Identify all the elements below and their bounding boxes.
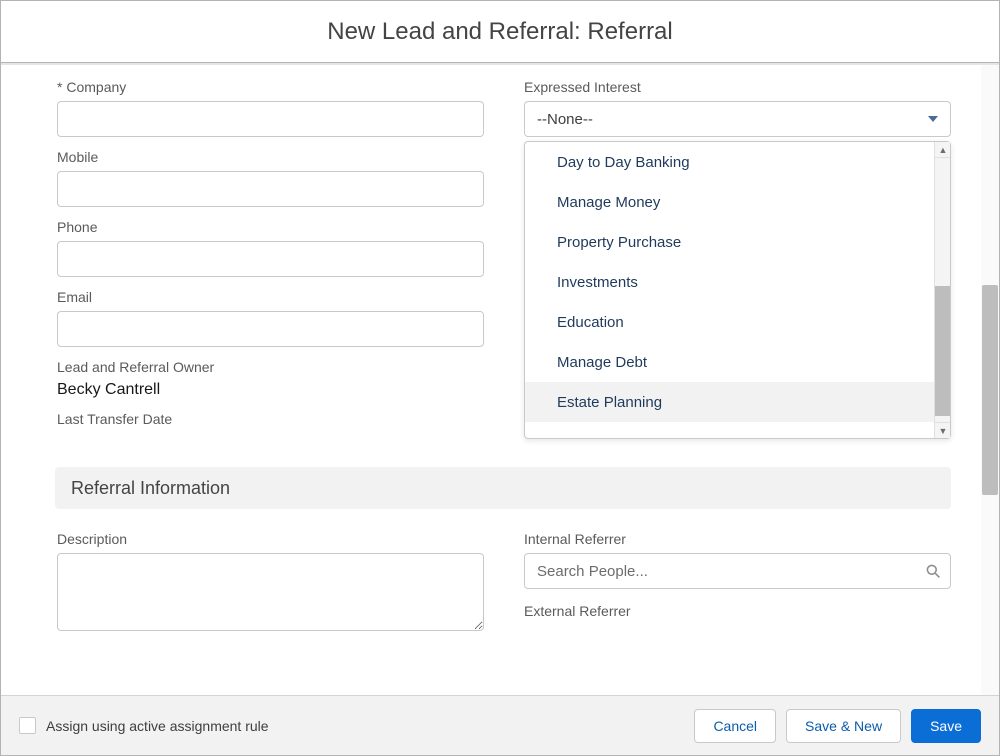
description-textarea[interactable] (57, 553, 484, 631)
modal-window: New Lead and Referral: Referral Company … (0, 0, 1000, 756)
assign-rule-label: Assign using active assignment rule (46, 718, 269, 734)
section-referral-information: Referral Information (55, 467, 951, 509)
expressed-interest-label: Expressed Interest (524, 79, 951, 95)
email-label: Email (57, 289, 484, 305)
internal-referrer-label: Internal Referrer (524, 531, 951, 547)
page-scrollbar[interactable] (981, 65, 999, 695)
transfer-date-label: Last Transfer Date (57, 411, 484, 427)
dropdown-scroll-thumb[interactable] (935, 286, 950, 416)
option-day-to-day-banking[interactable]: Day to Day Banking (525, 142, 950, 182)
company-label: Company (57, 79, 484, 95)
external-referrer-label: External Referrer (524, 603, 951, 619)
form-content: Company Mobile Phone Email (1, 65, 981, 695)
modal-body: Company Mobile Phone Email (1, 63, 999, 695)
option-manage-debt[interactable]: Manage Debt (525, 342, 950, 382)
option-investments[interactable]: Investments (525, 262, 950, 302)
phone-input[interactable] (57, 241, 484, 277)
owner-value: Becky Cantrell (57, 381, 484, 399)
expressed-interest-selected: --None-- (537, 111, 593, 128)
phone-label: Phone (57, 219, 484, 235)
save-button[interactable]: Save (911, 709, 981, 743)
assign-rule-checkbox[interactable] (19, 717, 36, 734)
dropdown-scrollbar[interactable]: ▲ ▼ (934, 142, 950, 438)
modal-footer: Assign using active assignment rule Canc… (1, 695, 999, 755)
option-property-purchase[interactable]: Property Purchase (525, 222, 950, 262)
left-column: Company Mobile Phone Email (57, 79, 484, 439)
chevron-down-icon (928, 116, 938, 122)
expressed-interest-combobox[interactable]: --None-- Day to Day Banking Manage Money… (524, 101, 951, 137)
scroll-down-icon[interactable]: ▼ (935, 422, 950, 438)
modal-titlebar: New Lead and Referral: Referral (1, 1, 999, 63)
owner-label: Lead and Referral Owner (57, 359, 484, 375)
expressed-interest-dropdown: Day to Day Banking Manage Money Property… (524, 141, 951, 439)
section-title: Referral Information (71, 478, 230, 499)
email-input[interactable] (57, 311, 484, 347)
modal-title: New Lead and Referral: Referral (327, 18, 673, 46)
page-scroll-thumb[interactable] (982, 285, 998, 495)
description-label: Description (57, 531, 484, 547)
internal-referrer-input[interactable] (524, 553, 951, 589)
right-column: Expressed Interest --None-- Day to Day B… (524, 79, 951, 439)
option-education[interactable]: Education (525, 302, 950, 342)
save-and-new-button[interactable]: Save & New (786, 709, 901, 743)
company-input[interactable] (57, 101, 484, 137)
scroll-up-icon[interactable]: ▲ (935, 142, 950, 158)
cancel-button[interactable]: Cancel (694, 709, 776, 743)
option-manage-money[interactable]: Manage Money (525, 182, 950, 222)
search-icon (925, 563, 941, 579)
option-estate-planning[interactable]: Estate Planning (525, 382, 950, 422)
mobile-label: Mobile (57, 149, 484, 165)
mobile-input[interactable] (57, 171, 484, 207)
